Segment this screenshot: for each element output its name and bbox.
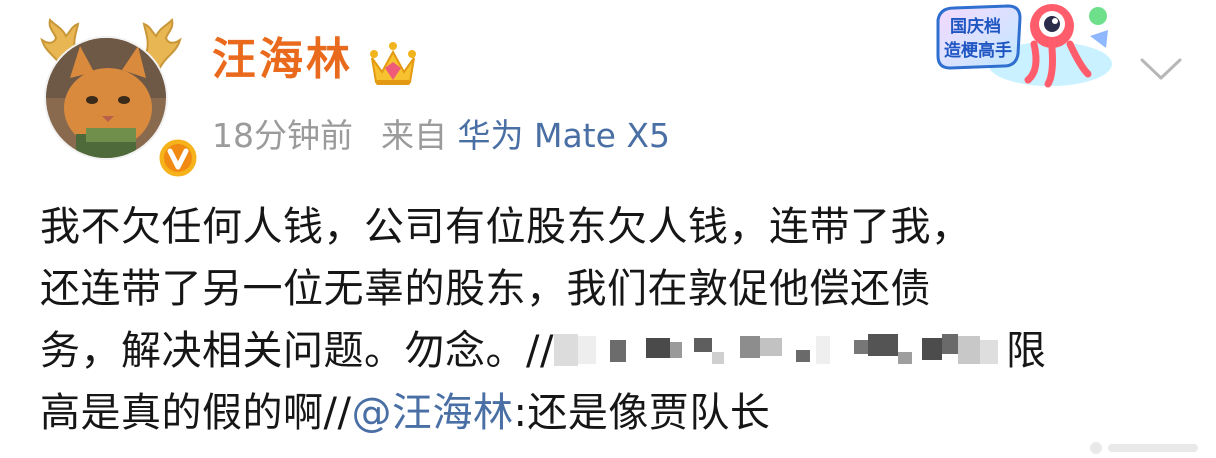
device-link[interactable]: 华为 Mate X5 [458, 116, 671, 155]
user-name[interactable]: 汪海林 [212, 38, 353, 82]
post-text-line-4-end: :还是像贾队长 [513, 390, 771, 436]
watermark-icon [1090, 442, 1198, 454]
post-text-line-3-end: 限 [1005, 328, 1047, 374]
mention-link[interactable]: @汪海林 [351, 390, 513, 436]
post-text-line-4: 高是真的假的啊//@汪海林:还是像贾队长 [40, 382, 1190, 444]
post-text-line-3: 务，解决相关问题。勿念。// 限 [40, 320, 1190, 382]
cat-avatar-icon [46, 38, 166, 158]
avatar[interactable] [44, 36, 168, 160]
post-text-line-3-start: 务，解决相关问题。勿念。// [40, 328, 554, 374]
holiday-badge-line2: 造梗高手 [944, 40, 1012, 61]
post-text-line-4-start: 高是真的假的啊// [40, 390, 352, 436]
avatar-group[interactable] [36, 14, 200, 180]
post-text: 我不欠任何人钱，公司有位股东欠人钱，连带了我， 还连带了另一位无辜的股东，我们在… [40, 196, 1190, 444]
post-meta: 18分钟前 来自 华为 Mate X5 [212, 116, 670, 156]
post-time[interactable]: 18分钟前 [212, 116, 353, 155]
crown-icon[interactable] [368, 40, 418, 88]
mosaic-icon [553, 334, 998, 366]
redacted-mosaic [553, 328, 1006, 372]
holiday-badge-line1: 国庆档 [950, 16, 1001, 37]
post-text-line-2: 还连带了另一位无辜的股东，我们在敦促他偿还债 [40, 266, 931, 312]
post-text-line-1: 我不欠任何人钱，公司有位股东欠人钱，连带了我， [40, 204, 972, 250]
holiday-badge-icon[interactable]: 国庆档 造梗高手 [930, 0, 1120, 92]
source-prefix: 来自 [381, 116, 447, 155]
post-header: 汪海林 18分钟前 来自 华为 Mate X5 国庆档 造梗高手 [0, 0, 1216, 180]
verified-icon [156, 136, 200, 180]
chevron-down-icon[interactable] [1138, 54, 1184, 84]
